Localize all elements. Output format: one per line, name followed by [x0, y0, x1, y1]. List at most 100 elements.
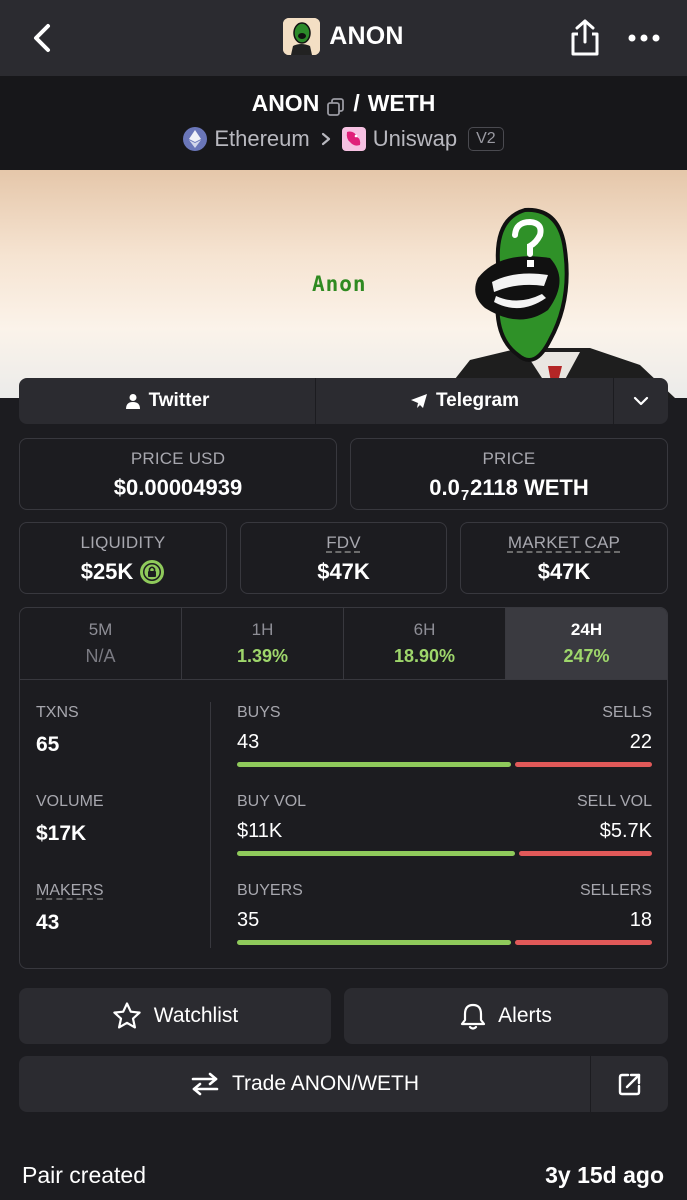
buyers-value: 35: [237, 909, 260, 931]
buys-sells-bar: [237, 762, 652, 767]
txns-metric: TXNS 65: [36, 704, 79, 757]
price-label: PRICE: [482, 449, 536, 468]
watchlist-button[interactable]: Watchlist: [19, 988, 331, 1044]
buys-sells-metric: BUYS SELLS 43 22: [237, 704, 652, 767]
copy-icon[interactable]: [327, 95, 345, 116]
sellers-bar-fill: [514, 940, 652, 945]
fdv-value: $47K: [317, 559, 370, 584]
price-value-zeros: 7: [460, 486, 470, 504]
buy-sell-volume-metric: BUY VOL SELL VOL $11K $5.7K: [237, 793, 652, 856]
pair-quote: WETH: [367, 90, 436, 116]
fdv-card: FDV $47K: [240, 522, 447, 594]
tab-24h-value: 247%: [563, 646, 610, 666]
external-link-icon: [618, 1073, 640, 1096]
makers-metric: MAKERS 43: [36, 882, 104, 935]
alerts-button[interactable]: Alerts: [344, 988, 668, 1044]
metrics-area: TXNS 65 VOLUME $17K MAKERS 43 BUYS SELLS…: [20, 680, 667, 968]
alerts-label: Alerts: [498, 1004, 552, 1027]
tab-6h-value: 18.90%: [393, 646, 456, 666]
star-icon: [113, 1002, 141, 1029]
telegram-button[interactable]: Telegram: [316, 378, 614, 424]
buyers-label: BUYERS: [237, 882, 303, 899]
swap-arrows-icon: [191, 1072, 219, 1096]
tab-5m-label: 5M: [88, 620, 113, 639]
stats-panel: 5M N/A 1H 1.39% 6H 18.90% 24H 247% TXNS …: [19, 607, 668, 969]
tab-24h-label: 24H: [570, 620, 603, 639]
pair-created-label: Pair created: [22, 1162, 147, 1188]
market-cap-card: MARKET CAP $47K: [460, 522, 668, 594]
price-value-prefix: 0.0: [429, 475, 460, 500]
market-cap-value: $47K: [537, 559, 591, 584]
uniswap-icon: [341, 127, 366, 151]
social-more-button[interactable]: [614, 378, 668, 424]
price-usd-value: $0.00004939: [113, 475, 243, 500]
tab-5m[interactable]: 5M N/A: [20, 608, 182, 679]
liquidity-card: LIQUIDITY $25K: [19, 522, 227, 594]
tab-24h[interactable]: 24H 247%: [506, 608, 667, 679]
sell-vol-label: SELL VOL: [576, 793, 652, 810]
volume-bar: [237, 851, 652, 856]
makers-label[interactable]: MAKERS: [36, 882, 104, 900]
chevron-right-icon: [321, 126, 331, 152]
buy-vol-label: BUY VOL: [237, 793, 307, 810]
version-badge: V2: [468, 127, 504, 151]
tab-6h[interactable]: 6H 18.90%: [344, 608, 506, 679]
buyers-sellers-metric: BUYERS SELLERS 35 18: [237, 882, 652, 945]
sells-label: SELLS: [602, 704, 652, 721]
pepe-avatar-icon: [283, 18, 321, 55]
dex-link[interactable]: Uniswap: [373, 126, 457, 152]
trade-button[interactable]: Trade ANON/WETH: [19, 1056, 591, 1112]
token-banner: Anon: [0, 170, 687, 398]
breadcrumb: Ethereum Uniswap V2: [0, 126, 687, 152]
twitter-label: Twitter: [148, 390, 210, 411]
market-cap-label[interactable]: MARKET CAP: [461, 533, 667, 553]
share-button[interactable]: [566, 18, 604, 58]
metrics-divider: [210, 702, 211, 948]
price-value-suffix: 2118 WETH: [470, 475, 589, 500]
volume-label: VOLUME: [36, 793, 104, 810]
banner-text: Anon: [312, 272, 367, 296]
volume-metric: VOLUME $17K: [36, 793, 104, 846]
timeframe-tabs: 5M N/A 1H 1.39% 6H 18.90% 24H 247%: [20, 608, 667, 680]
user-icon: [125, 394, 140, 409]
watchlist-label: Watchlist: [153, 1004, 239, 1027]
buys-value: 43: [237, 731, 260, 753]
trade-external-button[interactable]: [591, 1056, 668, 1112]
buy-vol-value: $11K: [237, 820, 283, 842]
tab-5m-value: N/A: [85, 646, 116, 666]
pair-title: ANON / WETH: [0, 90, 687, 117]
ethereum-icon: [183, 127, 208, 151]
sells-value: 22: [629, 731, 652, 753]
pair-created-value: 3y 15d ago: [545, 1162, 664, 1188]
lock-icon: [140, 560, 165, 584]
price-usd-label: PRICE USD: [130, 449, 226, 468]
twitter-button[interactable]: Twitter: [19, 378, 316, 424]
price-usd-card: PRICE USD $0.00004939: [19, 438, 337, 510]
share-icon: [571, 19, 599, 56]
chevron-down-icon: [633, 396, 649, 406]
buyers-sellers-bar: [237, 940, 652, 945]
pair-separator: /: [353, 90, 360, 116]
page-title: ANON: [329, 22, 404, 50]
trade-bar: Trade ANON/WETH: [19, 1056, 668, 1112]
tab-1h[interactable]: 1H 1.39%: [182, 608, 344, 679]
tab-1h-value: 1.39%: [236, 646, 289, 666]
fdv-label[interactable]: FDV: [241, 533, 446, 553]
ellipsis-icon: [628, 34, 660, 42]
txns-value: 65: [36, 733, 60, 756]
chain-link[interactable]: Ethereum: [214, 126, 309, 152]
volume-value: $17K: [36, 822, 87, 845]
tab-1h-label: 1H: [251, 620, 274, 639]
price-card: PRICE 0.0 7 2118 WETH: [350, 438, 668, 510]
buys-label: BUYS: [237, 704, 281, 721]
social-links: Twitter Telegram: [19, 378, 668, 424]
sells-bar-fill: [514, 762, 652, 767]
sell-vol-bar-fill: [519, 851, 652, 856]
buy-vol-bar-fill: [237, 851, 516, 856]
paper-plane-icon: [410, 394, 427, 408]
more-options-button[interactable]: [624, 26, 664, 50]
trade-label: Trade ANON/WETH: [231, 1072, 420, 1095]
liquidity-value: $25K: [80, 559, 134, 584]
sellers-label: SELLERS: [579, 882, 652, 899]
top-bar: ANON: [0, 0, 687, 76]
